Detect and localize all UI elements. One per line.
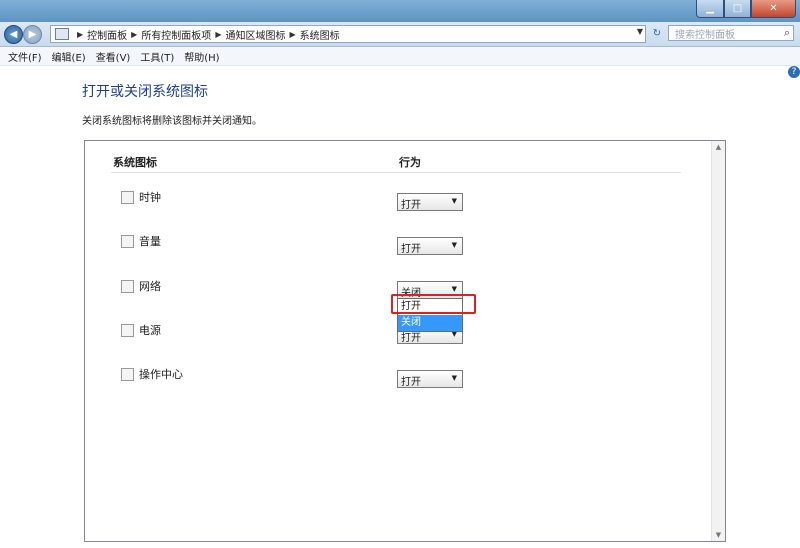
row-label-action-center: 操作中心	[139, 368, 183, 381]
control-panel-icon	[55, 28, 69, 40]
breadcrumb-control-panel[interactable]: 控制面板	[87, 27, 127, 42]
breadcrumb-notification-icons[interactable]: 通知区域图标	[225, 27, 285, 42]
page-description: 关闭系统图标将删除该图标并关闭通知。	[82, 116, 262, 127]
scroll-down-icon[interactable]: ▼	[712, 529, 725, 541]
minimize-button[interactable]: ▁	[696, 0, 724, 18]
page-title: 打开或关闭系统图标	[82, 84, 208, 100]
chevron-right-icon: ▶	[215, 29, 222, 39]
refresh-icon[interactable]: ↻	[650, 25, 664, 41]
menu-view[interactable]: 查看(V)	[96, 49, 131, 64]
address-field[interactable]: ▶ 控制面板 ▶ 所有控制面板项 ▶ 通知区域图标 ▶ 系统图标 ▼	[50, 25, 646, 43]
menu-help[interactable]: 帮助(H)	[184, 49, 219, 64]
row-label-power: 电源	[139, 324, 161, 337]
search-input[interactable]: 搜索控制面板 ⌕	[668, 25, 794, 41]
select-value: 打开	[401, 377, 421, 388]
window-titlebar[interactable]: ▁ □ ✕	[0, 0, 800, 22]
dropdown-arrow-icon: ▼	[451, 374, 457, 382]
dropdown-arrow-icon: ▼	[451, 197, 457, 205]
menu-tools[interactable]: 工具(T)	[140, 49, 174, 64]
row-label-volume: 音量	[139, 235, 161, 248]
select-value: 打开	[401, 244, 421, 255]
power-icon	[121, 324, 134, 337]
help-icon[interactable]: ?	[788, 66, 800, 78]
breadcrumb-all-items[interactable]: 所有控制面板项	[141, 27, 211, 42]
address-dropdown-icon[interactable]: ▼	[637, 27, 643, 36]
behavior-select-volume[interactable]: 打开 ▼	[397, 237, 463, 255]
menu-edit[interactable]: 编辑(E)	[52, 49, 86, 64]
menu-bar: 文件(F) 编辑(E) 查看(V) 工具(T) 帮助(H)	[0, 47, 800, 66]
volume-icon	[121, 235, 134, 248]
dropdown-option-close[interactable]: 关闭	[398, 315, 462, 331]
window-controls: ▁ □ ✕	[696, 0, 796, 18]
chevron-right-icon: ▶	[77, 29, 84, 39]
dropdown-arrow-icon: ▼	[451, 241, 457, 249]
chevron-right-icon: ▶	[131, 29, 138, 39]
header-divider	[111, 172, 681, 173]
behavior-select-action-center[interactable]: 打开 ▼	[397, 370, 463, 388]
menu-file[interactable]: 文件(F)	[8, 49, 42, 64]
breadcrumb-system-icons[interactable]: 系统图标	[300, 27, 340, 42]
clock-icon	[121, 191, 134, 204]
select-value: 打开	[401, 200, 421, 211]
column-header-behavior: 行为	[399, 156, 421, 169]
flag-icon	[121, 368, 134, 381]
row-label-network: 网络	[139, 280, 161, 293]
forward-button[interactable]: ▶	[23, 25, 42, 44]
network-icon	[121, 280, 134, 293]
row-label-clock: 时钟	[139, 191, 161, 204]
column-header-icons: 系统图标	[113, 156, 157, 169]
search-placeholder: 搜索控制面板	[675, 29, 735, 41]
highlight-annotation	[391, 294, 476, 314]
maximize-button[interactable]: □	[724, 0, 751, 18]
vertical-scrollbar[interactable]: ▲ ▼	[711, 141, 725, 541]
address-bar: ◀ ▶ ▶ 控制面板 ▶ 所有控制面板项 ▶ 通知区域图标 ▶ 系统图标 ▼ ↻…	[0, 22, 800, 47]
behavior-select-clock[interactable]: 打开 ▼	[397, 193, 463, 211]
scroll-up-icon[interactable]: ▲	[712, 141, 725, 153]
chevron-right-icon: ▶	[289, 29, 296, 39]
dropdown-arrow-icon: ▼	[451, 285, 457, 293]
back-button[interactable]: ◀	[4, 25, 23, 44]
close-button[interactable]: ✕	[751, 0, 796, 18]
system-icons-panel: 系统图标 行为 时钟 打开 ▼ 音量 打开 ▼ 网络 关闭 ▼ 电源 打开 ▼ …	[84, 140, 726, 542]
search-icon[interactable]: ⌕	[784, 26, 790, 40]
